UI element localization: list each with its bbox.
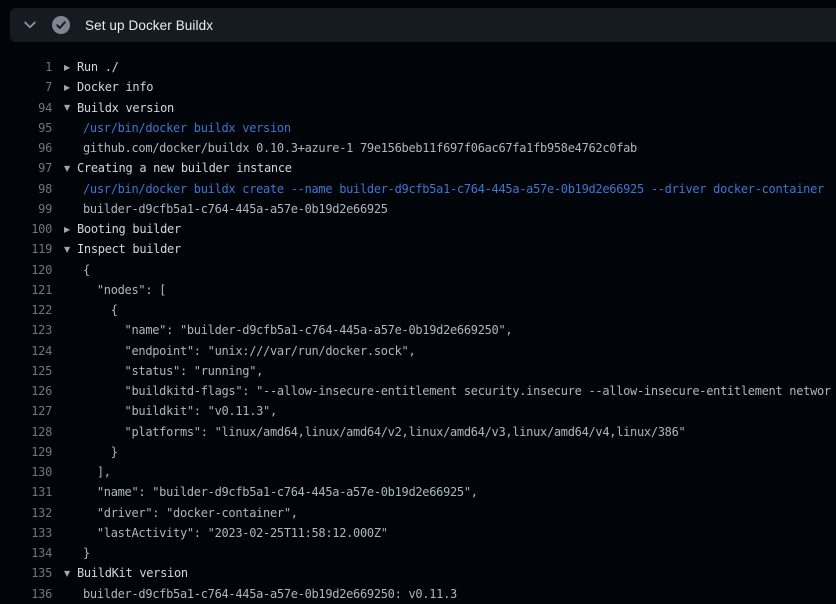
output-text: "status": "running",	[83, 364, 263, 378]
expand-arrow-icon[interactable]: ▶	[64, 83, 77, 92]
line-number[interactable]: 125	[6, 364, 52, 378]
output-text: }	[83, 445, 118, 459]
line-number[interactable]: 120	[6, 263, 52, 277]
line-number[interactable]: 119	[6, 242, 52, 256]
output-text: builder-d9cfb5a1-c764-445a-a57e-0b19d2e6…	[83, 587, 457, 601]
output-text: "name": "builder-d9cfb5a1-c764-445a-a57e…	[83, 323, 512, 337]
group-title[interactable]: BuildKit version	[77, 566, 188, 580]
check-circle-icon	[51, 15, 71, 35]
line-number[interactable]: 136	[6, 587, 52, 601]
line-number[interactable]: 128	[6, 425, 52, 439]
log-line: 136 builder-d9cfb5a1-c764-445a-a57e-0b19d…	[0, 584, 836, 604]
line-number[interactable]: 126	[6, 384, 52, 398]
log-line: 98/usr/bin/docker buildx create --name b…	[0, 179, 836, 199]
output-text: "buildkit": "v0.11.3",	[83, 404, 277, 418]
output-text: {	[83, 303, 118, 317]
output-text: "driver": "docker-container",	[83, 506, 298, 520]
log-line[interactable]: 119 ▼Inspect builder	[0, 239, 836, 259]
log-line: 127 "buildkit": "v0.11.3",	[0, 401, 836, 421]
collapse-arrow-icon[interactable]: ▼	[64, 245, 77, 254]
log-line: 133 "lastActivity": "2023-02-25T11:58:12…	[0, 523, 836, 543]
line-number[interactable]: 121	[6, 283, 52, 297]
line-number[interactable]: 135	[6, 566, 52, 580]
line-number[interactable]: 132	[6, 506, 52, 520]
line-number[interactable]: 100	[6, 222, 52, 236]
collapse-arrow-icon[interactable]: ▼	[64, 103, 77, 112]
line-number[interactable]: 127	[6, 404, 52, 418]
log-lines: 1▶Run ./7▶Docker info94▼Buildx version95…	[0, 57, 836, 604]
command-text: /usr/bin/docker buildx version	[83, 121, 291, 135]
line-number[interactable]: 129	[6, 445, 52, 459]
log-line[interactable]: 1 ▶Run ./	[0, 57, 836, 77]
group-title[interactable]: Run ./	[77, 60, 119, 74]
log-line[interactable]: 97 ▼Creating a new builder instance	[0, 158, 836, 178]
log-line[interactable]: 94 ▼Buildx version	[0, 98, 836, 118]
collapse-arrow-icon[interactable]: ▼	[64, 569, 77, 578]
log-line: 129 }	[0, 442, 836, 462]
line-number[interactable]: 97	[6, 161, 52, 175]
output-text: "endpoint": "unix:///var/run/docker.sock…	[83, 344, 415, 358]
line-number[interactable]: 134	[6, 546, 52, 560]
log-line: 120 {	[0, 260, 836, 280]
output-text: builder-d9cfb5a1-c764-445a-a57e-0b19d2e6…	[83, 202, 388, 216]
log-line: 134}	[0, 543, 836, 563]
log-viewer: 1▶Run ./7▶Docker info94▼Buildx version95…	[0, 42, 836, 604]
log-line: 99 builder-d9cfb5a1-c764-445a-a57e-0b19d2…	[0, 199, 836, 219]
output-text: github.com/docker/buildx 0.10.3+azure-1 …	[83, 141, 637, 155]
group-title[interactable]: Inspect builder	[77, 242, 181, 256]
line-number[interactable]: 122	[6, 303, 52, 317]
output-text: }	[83, 546, 90, 560]
log-line: 128 "platforms": "linux/amd64,linux/amd6…	[0, 422, 836, 442]
line-number[interactable]: 131	[6, 485, 52, 499]
group-title[interactable]: Docker info	[77, 80, 153, 94]
collapse-arrow-icon[interactable]: ▼	[64, 164, 77, 173]
chevron-down-icon[interactable]	[22, 17, 38, 33]
group-title[interactable]: Buildx version	[77, 101, 174, 115]
log-line: 130 ],	[0, 462, 836, 482]
log-line[interactable]: 135 ▼BuildKit version	[0, 563, 836, 583]
line-number[interactable]: 1	[6, 60, 52, 74]
group-title[interactable]: Creating a new builder instance	[77, 161, 292, 175]
line-number[interactable]: 124	[6, 344, 52, 358]
line-number[interactable]: 94	[6, 101, 52, 115]
output-text: "nodes": [	[83, 283, 166, 297]
group-title[interactable]: Booting builder	[77, 222, 181, 236]
line-number[interactable]: 99	[6, 202, 52, 216]
output-text: "buildkitd-flags": "--allow-insecure-ent…	[83, 384, 831, 398]
line-number[interactable]: 133	[6, 526, 52, 540]
log-line: 96 github.com/docker/buildx 0.10.3+azure-…	[0, 138, 836, 158]
log-line: 124 "endpoint": "unix:///var/run/docker.…	[0, 341, 836, 361]
output-text: "lastActivity": "2023-02-25T11:58:12.000…	[83, 526, 388, 540]
step-title: Set up Docker Buildx	[85, 18, 213, 33]
line-number[interactable]: 123	[6, 323, 52, 337]
log-line: 121 "nodes": [	[0, 280, 836, 300]
output-text: {	[83, 263, 90, 277]
log-line[interactable]: 100 ▶Booting builder	[0, 219, 836, 239]
log-line: 95/usr/bin/docker buildx version	[0, 118, 836, 138]
line-number[interactable]: 7	[6, 80, 52, 94]
log-line: 125 "status": "running",	[0, 361, 836, 381]
log-line: 131 "name": "builder-d9cfb5a1-c764-445a-…	[0, 482, 836, 502]
line-number[interactable]: 130	[6, 465, 52, 479]
step-header[interactable]: Set up Docker Buildx	[10, 8, 836, 42]
output-text: "name": "builder-d9cfb5a1-c764-445a-a57e…	[83, 485, 478, 499]
command-text: /usr/bin/docker buildx create --name bui…	[83, 182, 824, 196]
output-text: "platforms": "linux/amd64,linux/amd64/v2…	[83, 425, 685, 439]
expand-arrow-icon[interactable]: ▶	[64, 225, 77, 234]
log-line: 122 {	[0, 300, 836, 320]
output-text: ],	[83, 465, 111, 479]
log-line: 123 "name": "builder-d9cfb5a1-c764-445a-…	[0, 320, 836, 340]
expand-arrow-icon[interactable]: ▶	[64, 63, 77, 72]
line-number[interactable]: 96	[6, 141, 52, 155]
line-number[interactable]: 95	[6, 121, 52, 135]
line-number[interactable]: 98	[6, 182, 52, 196]
log-line[interactable]: 7 ▶Docker info	[0, 77, 836, 97]
log-line: 132 "driver": "docker-container",	[0, 503, 836, 523]
log-line: 126 "buildkitd-flags": "--allow-insecure…	[0, 381, 836, 401]
